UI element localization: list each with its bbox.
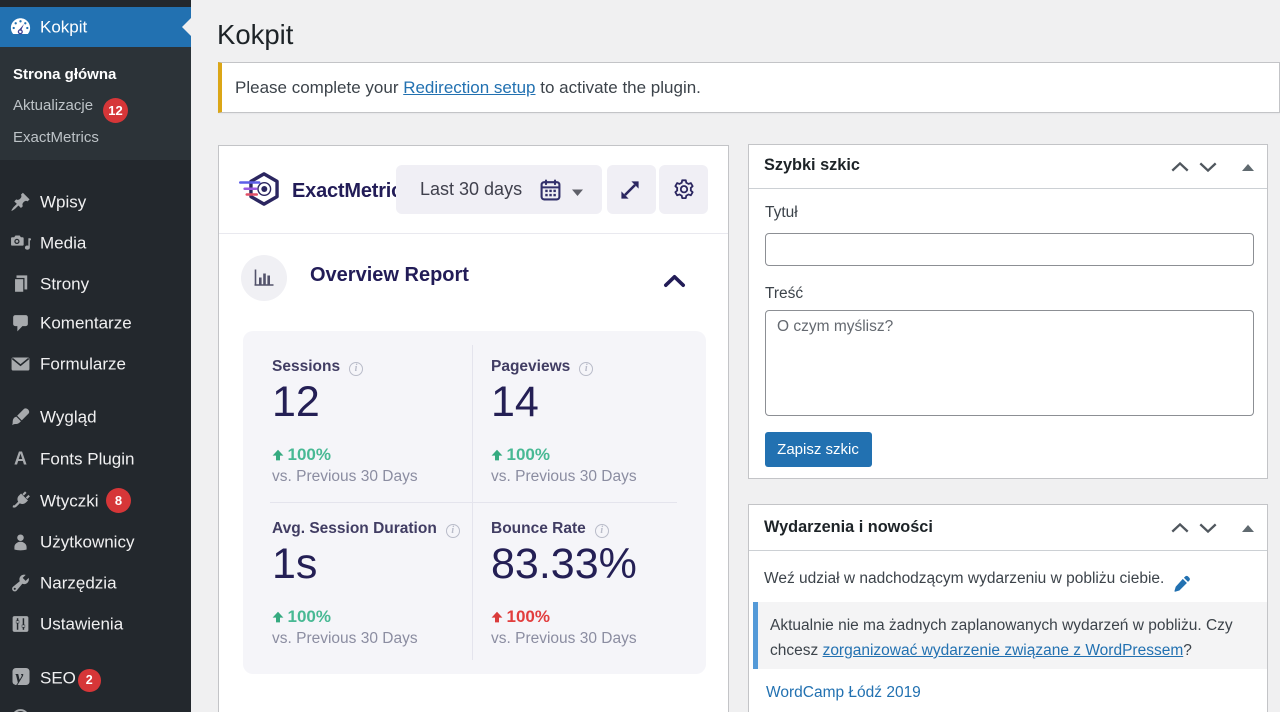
svg-text:y: y [13, 667, 24, 687]
